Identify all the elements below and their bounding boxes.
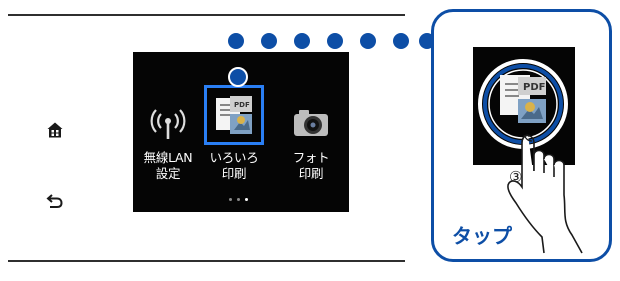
menu-item-label: フォト 印刷 xyxy=(292,150,330,181)
zoom-callout: PDF ③ タップ xyxy=(431,9,612,262)
menu-item-photo-print[interactable]: フォト 印刷 xyxy=(281,52,341,212)
tap-instruction-label: タップ xyxy=(452,224,512,248)
hand-pointer-icon xyxy=(507,134,583,254)
svg-text:PDF: PDF xyxy=(523,82,545,93)
camera-icon xyxy=(291,106,331,144)
page-indicator xyxy=(229,198,248,201)
menu-item-label: 無線LAN 設定 xyxy=(143,150,193,181)
wifi-antenna-icon xyxy=(148,106,188,146)
panel-bottom-divider xyxy=(8,260,405,262)
panel-top-divider xyxy=(8,14,405,16)
selection-highlight xyxy=(204,85,264,145)
selection-marker-dot xyxy=(228,67,248,87)
menu-item-label: いろいろ 印刷 xyxy=(209,150,259,181)
back-icon[interactable] xyxy=(44,190,66,212)
home-icon[interactable] xyxy=(44,119,66,141)
menu-item-wireless-lan-settings[interactable]: 無線LAN 設定 xyxy=(138,52,198,212)
